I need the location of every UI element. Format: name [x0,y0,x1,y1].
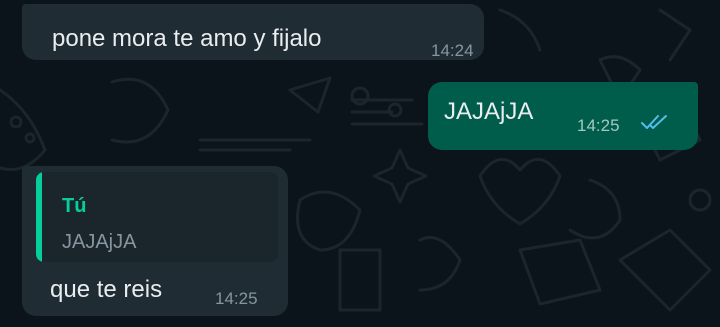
quote-accent-bar [36,172,42,262]
message-text: pone mora te amo y fijalo [52,25,322,52]
quoted-text: JAJAjJA [62,231,137,253]
message-timestamp: 14:24 [431,41,474,60]
message-bubble-incoming[interactable]: pone mora te amo y fijalo 14:24 [22,4,484,60]
message-text: JAJAjJA [444,98,534,125]
quoted-author: Tú [62,195,87,217]
double-check-read-icon [641,115,667,129]
message-text: que te reis [50,276,163,303]
message-bubble-incoming-reply[interactable]: Tú JAJAjJA que te reis 14:25 [22,166,288,316]
message-bubble-outgoing[interactable]: JAJAjJA 14:25 [428,82,698,150]
message-timestamp: 14:25 [215,289,258,308]
quoted-message[interactable]: Tú JAJAjJA [36,172,278,262]
message-timestamp: 14:25 [577,116,620,135]
